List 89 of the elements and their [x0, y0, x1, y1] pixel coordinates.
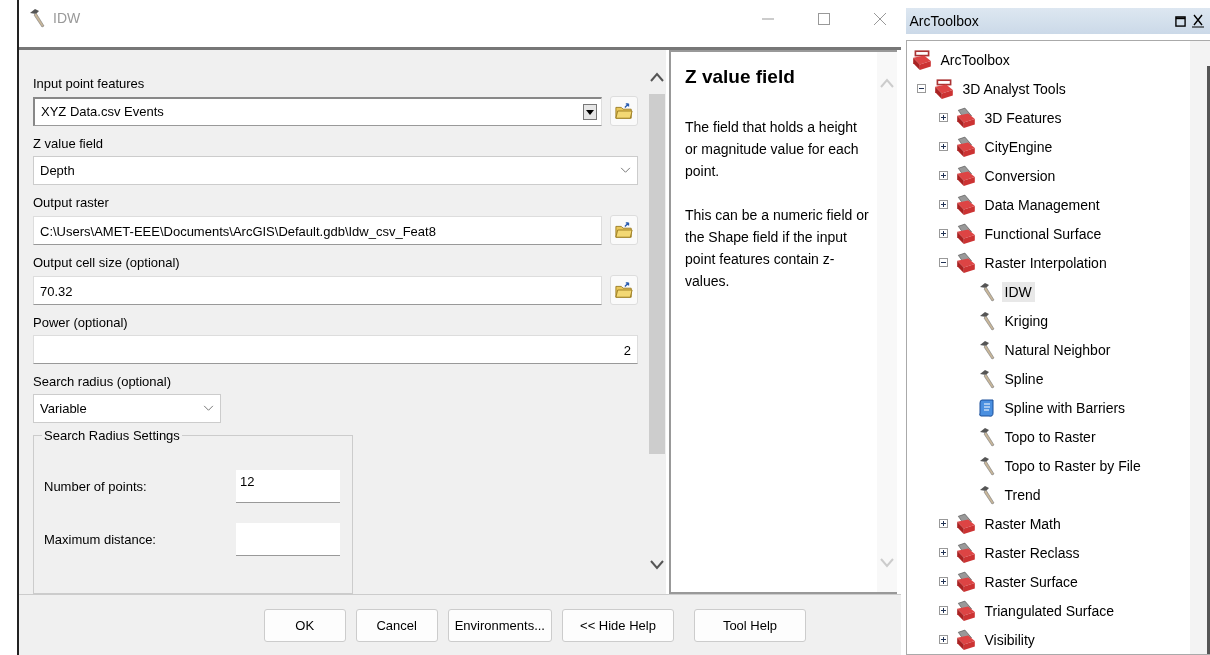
toolbox-icon [954, 512, 977, 535]
chevron-down-icon[interactable] [620, 167, 631, 174]
toolbox-icon [910, 48, 933, 71]
parameter-label: Search radius (optional) [33, 374, 173, 390]
tree-item[interactable]: Data Management [981, 194, 1103, 215]
tree-item[interactable]: Topo to Raster by File [1001, 455, 1144, 476]
dialog-button[interactable]: Environments... [447, 608, 552, 642]
parameter-label: Input point features [33, 76, 146, 92]
tree-item[interactable]: Spline with Barriers [1001, 397, 1129, 418]
input-field[interactable] [236, 523, 340, 556]
toolbox-icon [954, 193, 977, 216]
folder-icon [615, 221, 633, 239]
tree-item[interactable]: Spline [1001, 368, 1047, 389]
folder-icon [615, 102, 633, 120]
tree-item[interactable]: Raster Math [981, 513, 1064, 534]
browse-button[interactable] [610, 215, 638, 245]
chevron-down-icon[interactable] [203, 405, 214, 412]
dialog-button[interactable]: << Hide Help [562, 608, 674, 642]
expand-toggle[interactable] [938, 519, 950, 528]
panel-title: ArcToolbox [909, 13, 979, 29]
tree-item[interactable]: Visibility [981, 629, 1038, 650]
tree-item[interactable]: Topo to Raster [1001, 426, 1099, 447]
input-field[interactable]: 2 [33, 335, 638, 364]
tree-item[interactable]: Trend [1001, 484, 1044, 505]
toolbox-icon [954, 541, 977, 564]
toolbox-icon [954, 599, 977, 622]
input-field[interactable]: C:\Users\AMET-EEE\Documents\ArcGIS\Default.gdb\Idw_csv_Feat8 [33, 215, 602, 245]
scroll-up-icon[interactable] [650, 72, 664, 82]
close-icon[interactable] [1192, 14, 1204, 28]
expand-toggle[interactable] [938, 577, 950, 586]
tree-item[interactable]: Kriging [1001, 310, 1052, 331]
group-title: Search Radius Settings [42, 428, 182, 443]
caret-icon[interactable] [583, 103, 597, 120]
toolbox-icon [954, 628, 977, 651]
collapse-toggle[interactable] [916, 84, 928, 93]
toolbox-icon [954, 164, 977, 187]
tree-item[interactable]: Raster Surface [981, 571, 1081, 592]
window-title: IDW [53, 9, 81, 26]
expand-toggle[interactable] [938, 200, 950, 209]
tree-item[interactable]: 3D Features [981, 107, 1065, 128]
expand-toggle[interactable] [938, 606, 950, 615]
tree-item[interactable]: Raster Interpolation [981, 252, 1110, 273]
parameter-label: Z value field [33, 136, 105, 152]
tool-help-button[interactable]: Tool Help [694, 608, 806, 642]
tree-item[interactable]: Functional Surface [981, 223, 1105, 244]
expand-toggle[interactable] [938, 229, 950, 238]
help-title: Z value field [685, 66, 796, 88]
tree-item[interactable]: Natural Neighbor [1001, 339, 1114, 360]
toolbox-icon [954, 251, 977, 274]
toolbox-icon [954, 135, 977, 158]
parameter-label: Output raster [33, 195, 110, 211]
scrollbar-thumb[interactable] [649, 94, 665, 454]
field-label: Number of points: [44, 479, 148, 494]
dropdown-field[interactable]: Variable [33, 394, 221, 423]
tree-item[interactable]: CityEngine [981, 136, 1056, 157]
expand-toggle[interactable] [938, 113, 950, 122]
collapse-toggle[interactable] [938, 258, 950, 267]
input-field[interactable]: 12 [236, 470, 340, 503]
input-field[interactable]: 70.32 [33, 275, 602, 305]
scrollbar-thumb[interactable] [1207, 66, 1210, 654]
dialog-button[interactable]: OK [263, 608, 346, 642]
parameter-label: Output cell size (optional) [33, 255, 181, 271]
field-label: Maximum distance: [44, 532, 157, 547]
script-icon [976, 397, 997, 418]
expand-toggle[interactable] [938, 635, 950, 644]
tree-item[interactable]: Raster Reclass [981, 542, 1083, 563]
help-paragraph: The field that holds a height or magnitude value for each point. [685, 118, 860, 181]
expand-toggle[interactable] [938, 171, 950, 180]
parameter-label: Power (optional) [33, 315, 129, 331]
expand-toggle[interactable] [938, 142, 950, 151]
dropdown-field[interactable]: XYZ Data.csv Events [33, 96, 602, 126]
scroll-down-icon[interactable] [650, 560, 664, 570]
tree-item[interactable]: ArcToolbox [937, 49, 1013, 70]
toolbox-icon [932, 77, 955, 100]
dropdown-field[interactable]: Depth [33, 156, 638, 185]
toolbox-icon [954, 222, 977, 245]
toolbox-icon [954, 106, 977, 129]
browse-button[interactable] [610, 275, 638, 305]
tree-item[interactable]: Conversion [981, 165, 1059, 186]
tree-item[interactable]: Triangulated Surface [981, 600, 1117, 621]
tree-item[interactable]: IDW [1001, 281, 1035, 302]
browse-button[interactable] [610, 96, 638, 126]
toolbox-icon [954, 570, 977, 593]
tree-item[interactable]: 3D Analyst Tools [959, 78, 1069, 99]
dialog-button[interactable]: Cancel [355, 608, 438, 642]
folder-icon [615, 281, 633, 299]
help-paragraph: This can be a numeric field or the Shape field if the input point features contain z-values. [685, 206, 870, 291]
maximize-icon[interactable] [1175, 15, 1186, 27]
expand-toggle[interactable] [938, 548, 950, 557]
